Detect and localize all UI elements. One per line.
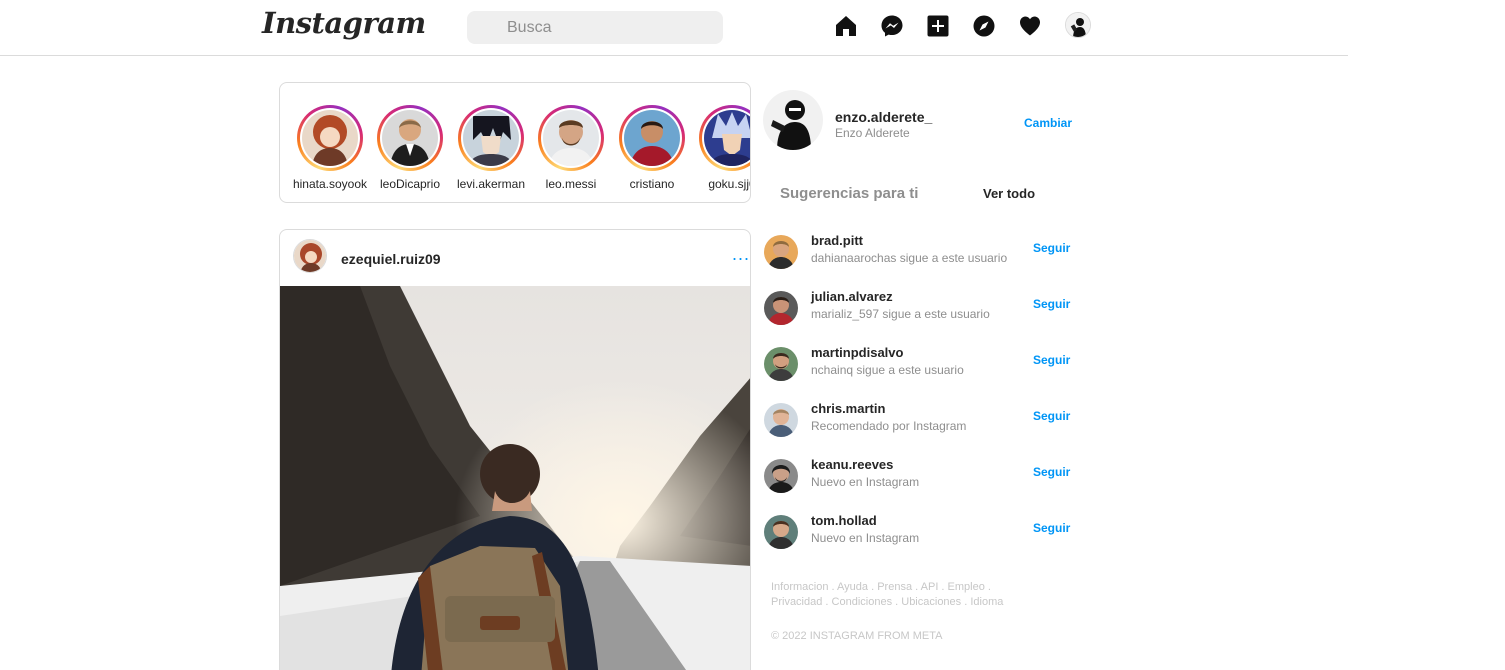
suggestion-item: chris.martin Recomendado por Instagram S… xyxy=(763,401,1073,441)
suggestion-photo-icon xyxy=(764,235,798,269)
copyright-text: © 2022 INSTAGRAM FROM META xyxy=(771,630,943,642)
footer-links: Informacion . Ayuda . Prensa . API . Emp… xyxy=(771,581,1004,608)
footer-link-informacion[interactable]: Informacion xyxy=(771,581,828,593)
suggestion-reason: Nuevo en Instagram xyxy=(811,475,920,489)
suggestion-username[interactable]: keanu.reeves xyxy=(811,457,893,472)
suggestion-photo-icon xyxy=(764,291,798,325)
follow-button[interactable]: Seguir xyxy=(1033,241,1070,255)
suggestion-reason: dahianaarochas sigue a este usuario xyxy=(811,251,1008,265)
footer-link-condiciones[interactable]: Condiciones xyxy=(832,596,893,608)
story-avatar-icon xyxy=(302,110,358,166)
heart-icon[interactable] xyxy=(1018,14,1042,38)
suggestion-reason: Recomendado por Instagram xyxy=(811,419,967,433)
follow-button[interactable]: Seguir xyxy=(1033,409,1070,423)
story-avatar-icon xyxy=(543,110,599,166)
follow-button[interactable]: Seguir xyxy=(1033,521,1070,535)
suggestion-photo-icon xyxy=(764,459,798,493)
suggestion-avatar[interactable] xyxy=(764,291,798,325)
suggestion-reason: marializ_597 sigue a este usuario xyxy=(811,307,990,321)
footer-link-ayuda[interactable]: Ayuda xyxy=(837,581,868,593)
suggestion-photo-icon xyxy=(764,403,798,437)
more-options-icon[interactable]: ... xyxy=(732,244,750,265)
follow-button[interactable]: Seguir xyxy=(1033,297,1070,311)
suggestion-avatar[interactable] xyxy=(764,515,798,549)
suggestion-photo-icon xyxy=(764,515,798,549)
story-username: cristiano xyxy=(629,177,675,191)
current-user-fullname: Enzo Alderete xyxy=(835,126,910,140)
post-image[interactable] xyxy=(280,286,751,670)
story-avatar-icon xyxy=(382,110,438,166)
footer-link-privacidad[interactable]: Privacidad xyxy=(771,596,822,608)
feed-post: ezequiel.ruiz09 ... xyxy=(279,229,751,670)
suggestion-username[interactable]: tom.hollad xyxy=(811,513,877,528)
footer-link-empleo[interactable]: Empleo xyxy=(948,581,985,593)
suggestion-avatar[interactable] xyxy=(764,403,798,437)
story-username: leo.messi xyxy=(545,177,597,191)
story-username: hinata.soyook xyxy=(292,177,368,191)
suggestion-avatar[interactable] xyxy=(764,459,798,493)
footer-link-ubicaciones[interactable]: Ubicaciones xyxy=(901,596,961,608)
story-avatar-icon xyxy=(463,110,519,166)
story-item[interactable]: leoDicaprio xyxy=(370,105,450,191)
story-item[interactable]: hinata.soyook xyxy=(290,105,370,191)
post-author-photo-icon xyxy=(294,240,326,272)
suggestion-item: tom.hollad Nuevo en Instagram Seguir xyxy=(763,513,1073,553)
instagram-logo[interactable]: Instagram xyxy=(262,6,426,40)
story-item[interactable]: levi.akerman xyxy=(451,105,531,191)
story-username: goku.sjj0 xyxy=(708,177,751,191)
profile-avatar-nav[interactable] xyxy=(1065,12,1091,38)
story-username: leoDicaprio xyxy=(379,177,441,191)
suggestion-item: keanu.reeves Nuevo en Instagram Seguir xyxy=(763,457,1073,497)
current-user-username[interactable]: enzo.alderete_ xyxy=(835,109,932,125)
suggestion-avatar[interactable] xyxy=(764,347,798,381)
suggestion-reason: Nuevo en Instagram xyxy=(811,531,920,545)
suggestion-reason: nchainq sigue a este usuario xyxy=(811,363,964,377)
footer-link-api[interactable]: API xyxy=(921,581,939,593)
home-icon[interactable] xyxy=(834,14,858,38)
story-username: levi.akerman xyxy=(456,177,526,191)
suggestion-item: brad.pitt dahianaarochas sigue a este us… xyxy=(763,233,1073,273)
story-item[interactable]: leo.messi xyxy=(531,105,611,191)
search-input[interactable] xyxy=(467,11,723,44)
current-user-avatar[interactable] xyxy=(763,90,823,150)
top-nav-bar: Instagram xyxy=(0,0,1348,56)
stories-tray: hinata.soyook leoDicaprio levi.akerman l… xyxy=(279,82,751,203)
messenger-icon[interactable] xyxy=(880,14,904,38)
story-avatar-icon xyxy=(704,110,750,166)
footer-link-prensa[interactable]: Prensa xyxy=(877,581,912,593)
follow-button[interactable]: Seguir xyxy=(1033,465,1070,479)
story-item[interactable]: cristiano xyxy=(612,105,692,191)
post-author-avatar[interactable] xyxy=(293,239,327,273)
story-avatar-icon xyxy=(624,110,680,166)
follow-button[interactable]: Seguir xyxy=(1033,353,1070,367)
footer-link-idioma[interactable]: Idioma xyxy=(970,596,1003,608)
suggestion-avatar[interactable] xyxy=(764,235,798,269)
suggestion-username[interactable]: chris.martin xyxy=(811,401,885,416)
new-post-icon[interactable] xyxy=(926,14,950,38)
suggestion-item: julian.alvarez marializ_597 sigue a este… xyxy=(763,289,1073,329)
explore-icon[interactable] xyxy=(972,14,996,38)
current-user-photo-icon xyxy=(763,90,823,150)
suggestion-username[interactable]: martinpdisalvo xyxy=(811,345,903,360)
profile-photo-icon xyxy=(1066,13,1090,37)
suggestion-photo-icon xyxy=(764,347,798,381)
suggestion-username[interactable]: julian.alvarez xyxy=(811,289,893,304)
suggestion-item: martinpdisalvo nchainq sigue a este usua… xyxy=(763,345,1073,385)
post-author-username[interactable]: ezequiel.ruiz09 xyxy=(341,251,441,267)
see-all-button[interactable]: Ver todo xyxy=(983,186,1035,201)
suggestions-title: Sugerencias para ti xyxy=(780,185,919,202)
suggestion-username[interactable]: brad.pitt xyxy=(811,233,863,248)
switch-account-button[interactable]: Cambiar xyxy=(1024,116,1072,130)
story-item[interactable]: goku.sjj0 xyxy=(692,105,751,191)
